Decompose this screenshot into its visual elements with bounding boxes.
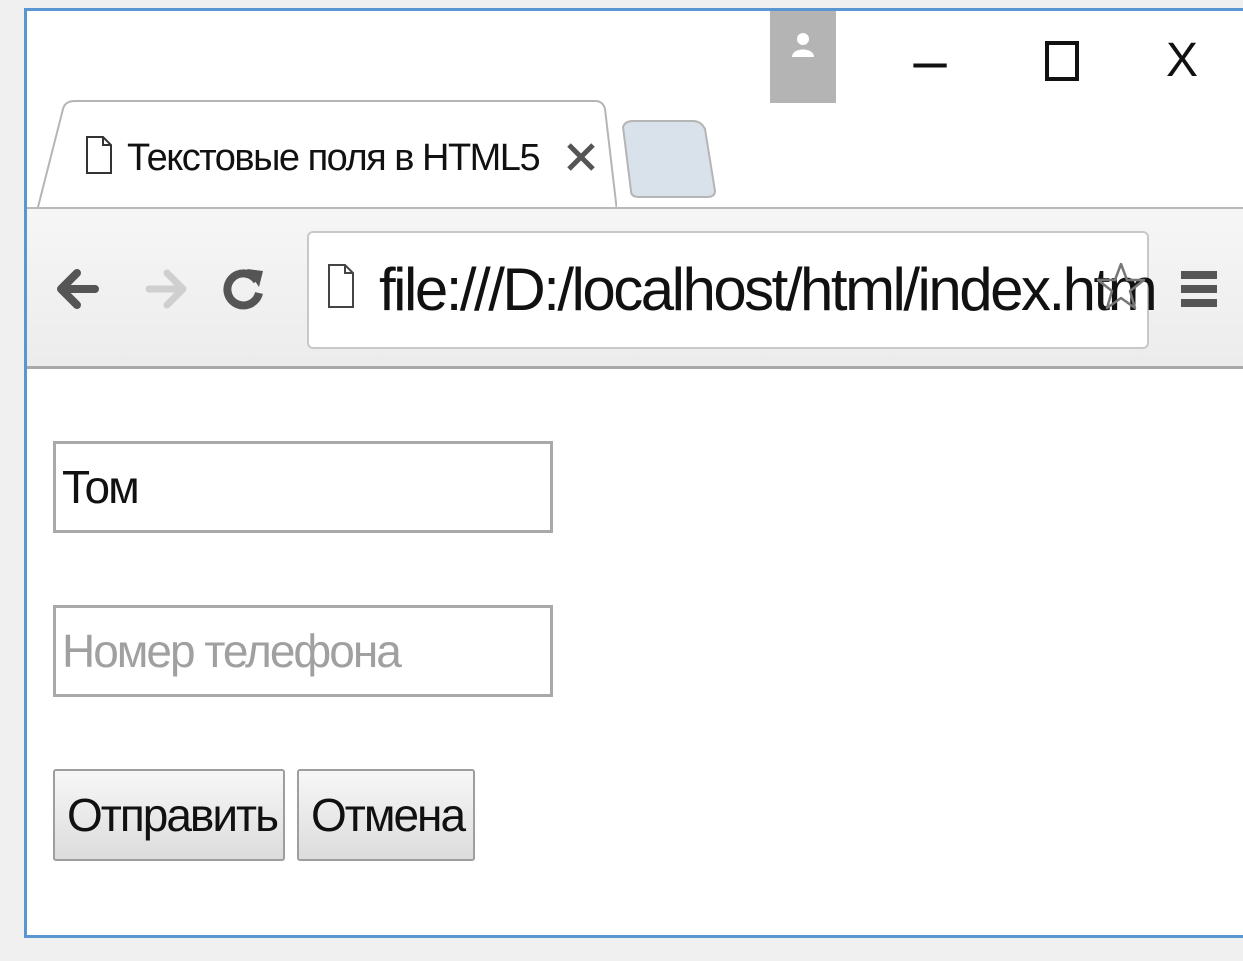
- bookmark-button[interactable]: [1095, 261, 1147, 313]
- submit-button[interactable]: Отправить: [53, 769, 285, 861]
- close-icon: [567, 143, 595, 171]
- name-input[interactable]: [53, 441, 553, 533]
- title-bar: – X Текстовые поля в HTML5: [27, 11, 1243, 211]
- reload-button[interactable]: [213, 259, 273, 319]
- minimize-button[interactable]: –: [885, 21, 975, 101]
- page-icon: [328, 264, 354, 308]
- reload-icon: [223, 269, 263, 310]
- star-icon: [1096, 262, 1146, 310]
- menu-button[interactable]: [1175, 265, 1223, 313]
- phone-input[interactable]: [53, 605, 553, 697]
- tab-title: Текстовые поля в HTML5: [127, 137, 541, 179]
- page-icon: [86, 136, 112, 174]
- hamburger-icon: [1181, 271, 1217, 307]
- arrow-right-icon: [145, 269, 187, 309]
- new-tab-icon: [621, 120, 717, 198]
- maximize-button[interactable]: [1017, 21, 1107, 101]
- close-window-button[interactable]: X: [1137, 21, 1227, 101]
- new-tab-button[interactable]: [619, 119, 719, 199]
- arrow-left-icon: [57, 269, 99, 309]
- tab-close-button[interactable]: [563, 139, 599, 175]
- forward-button[interactable]: [137, 259, 197, 319]
- person-icon: [792, 33, 814, 57]
- close-icon: X: [1165, 34, 1198, 87]
- browser-window: – X Текстовые поля в HTML5 file:///D:/lo…: [24, 8, 1243, 938]
- toolbar: file:///D:/localhost/html/index.htm: [27, 207, 1243, 369]
- profile-button[interactable]: [770, 11, 836, 103]
- cancel-button[interactable]: Отмена: [297, 769, 475, 861]
- minimize-icon: –: [913, 27, 947, 94]
- page-content: Отправить Отмена: [27, 369, 1243, 935]
- back-button[interactable]: [47, 259, 107, 319]
- tab-active[interactable]: Текстовые поля в HTML5: [37, 99, 617, 211]
- url-text[interactable]: file:///D:/localhost/html/index.htm: [379, 255, 1158, 324]
- address-bar[interactable]: file:///D:/localhost/html/index.htm: [307, 231, 1158, 349]
- maximize-icon: [1045, 41, 1079, 81]
